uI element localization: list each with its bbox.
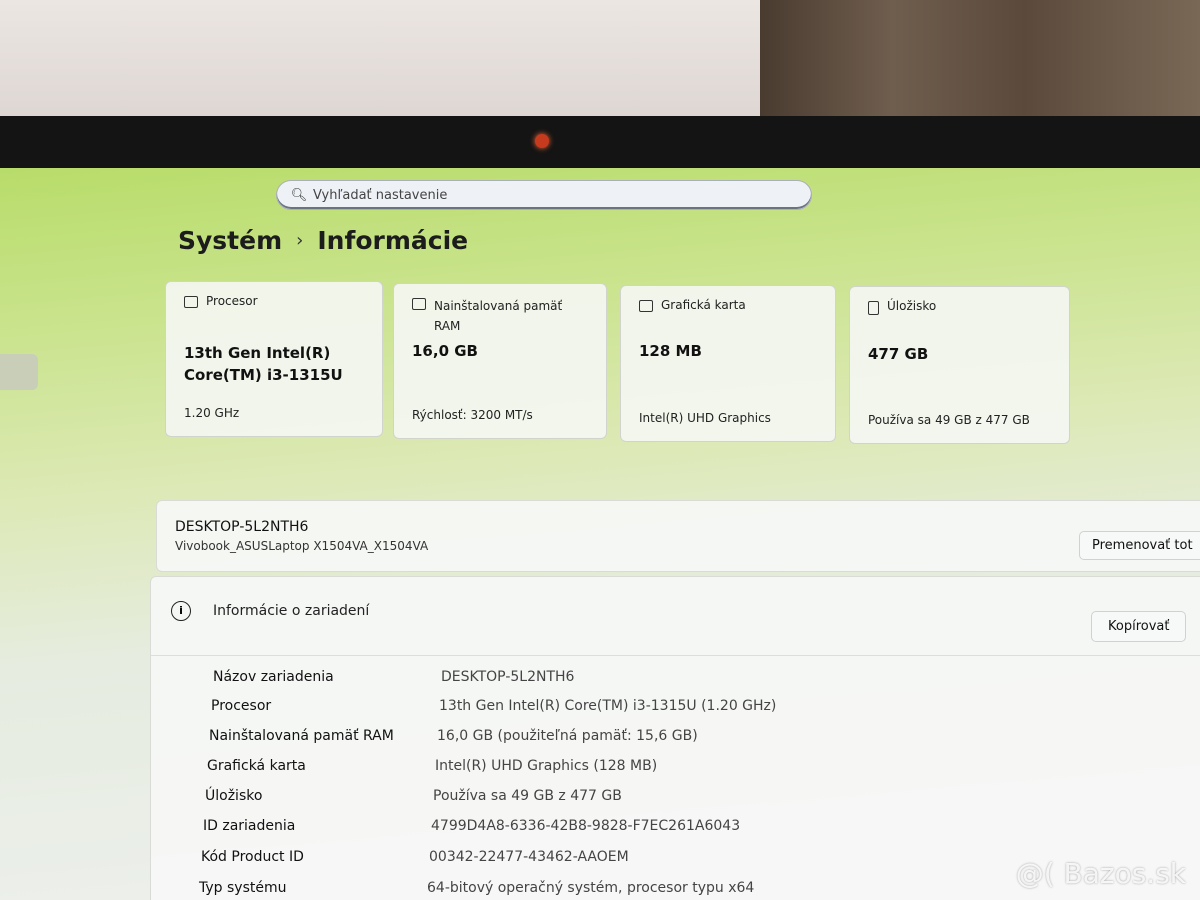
breadcrumb: Systém › Informácie	[178, 226, 468, 255]
breadcrumb-separator: ›	[296, 230, 304, 251]
device-info-panel: i Informácie o zariadení Kopírovať Názov…	[150, 576, 1200, 900]
info-row-value: 13th Gen Intel(R) Core(TM) i3-1315U (1.2…	[439, 698, 777, 714]
graphics-card: Grafická karta 128 MB Intel(R) UHD Graph…	[620, 285, 836, 442]
graphics-card-value: 128 MB	[639, 342, 702, 360]
memory-card-title: Nainštalovaná pamäť RAM	[434, 299, 563, 333]
processor-card: Procesor 13th Gen Intel(R) Core(TM) i3-1…	[165, 281, 383, 437]
storage-icon	[868, 301, 879, 315]
background-door	[760, 0, 1200, 120]
search-icon: 🔍︎	[290, 187, 308, 203]
sidebar-selected-item[interactable]	[0, 354, 38, 390]
breadcrumb-parent[interactable]: Systém	[178, 226, 282, 255]
page-title: Informácie	[317, 226, 469, 255]
graphics-card-sub: Intel(R) UHD Graphics	[639, 411, 771, 425]
info-row-value: DESKTOP-5L2NTH6	[441, 669, 575, 685]
info-row-key: Názov zariadenia	[213, 669, 334, 685]
copy-button[interactable]: Kopírovať	[1091, 611, 1187, 642]
device-name-panel: DESKTOP-5L2NTH6 Vivobook_ASUSLaptop X150…	[156, 500, 1200, 572]
info-row-value: Používa sa 49 GB z 477 GB	[433, 788, 622, 804]
search-box[interactable]: 🔍︎ Vyhľadať nastavenie	[276, 180, 812, 210]
info-row-value: 4799D4A8-6336-42B8-9828-F7EC261A6043	[431, 818, 741, 834]
info-row-value: 00342-22477-43462-AAOEM	[429, 849, 629, 865]
storage-card-title: Úložisko	[887, 299, 937, 313]
memory-card: Nainštalovaná pamäť RAM 16,0 GB Rýchlosť…	[393, 283, 607, 439]
background-wall	[0, 0, 760, 120]
memory-icon	[412, 298, 426, 310]
divider	[151, 655, 1200, 656]
webcam-light	[535, 134, 549, 148]
info-row-key: Grafická karta	[207, 758, 306, 774]
info-row-key: Kód Product ID	[201, 849, 304, 865]
memory-card-value: 16,0 GB	[412, 342, 478, 360]
rename-button[interactable]: Premenovať tot	[1079, 531, 1200, 560]
info-icon: i	[171, 601, 191, 621]
processor-card-value: 13th Gen Intel(R) Core(TM) i3-1315U	[184, 344, 343, 384]
laptop-bezel	[0, 116, 1200, 174]
info-row-value: 64-bitový operačný systém, procesor typu…	[427, 880, 755, 896]
info-row-value: 16,0 GB (použiteľná pamäť: 15,6 GB)	[437, 728, 698, 744]
device-info-title: Informácie o zariadení	[213, 603, 370, 619]
info-row-key: Úložisko	[205, 788, 263, 804]
info-row-key: Procesor	[211, 698, 272, 714]
device-model: Vivobook_ASUSLaptop X1504VA_X1504VA	[175, 539, 429, 553]
processor-card-sub: 1.20 GHz	[184, 406, 240, 420]
info-row-key: ID zariadenia	[203, 818, 296, 834]
bazos-watermark: @( Bazos.sk	[1015, 857, 1186, 890]
processor-card-title: Procesor	[206, 294, 258, 308]
storage-card-sub: Používa sa 49 GB z 477 GB	[868, 413, 1030, 427]
graphics-card-icon	[639, 300, 653, 312]
storage-card-value: 477 GB	[868, 345, 929, 363]
device-name: DESKTOP-5L2NTH6	[175, 519, 309, 535]
settings-window: 🔍︎ Vyhľadať nastavenie Systém › Informác…	[0, 168, 1200, 900]
info-row-value: Intel(R) UHD Graphics (128 MB)	[435, 758, 658, 774]
device-info-header[interactable]: i Informácie o zariadení	[171, 601, 369, 621]
memory-card-sub: Rýchlosť: 3200 MT/s	[412, 408, 533, 422]
search-input[interactable]: Vyhľadať nastavenie	[313, 188, 447, 203]
processor-icon	[184, 296, 198, 308]
info-row-key: Nainštalovaná pamäť RAM	[209, 728, 394, 744]
graphics-card-title: Grafická karta	[661, 298, 746, 312]
info-row-key: Typ systému	[199, 880, 287, 896]
storage-card: Úložisko 477 GB Používa sa 49 GB z 477 G…	[849, 286, 1070, 444]
